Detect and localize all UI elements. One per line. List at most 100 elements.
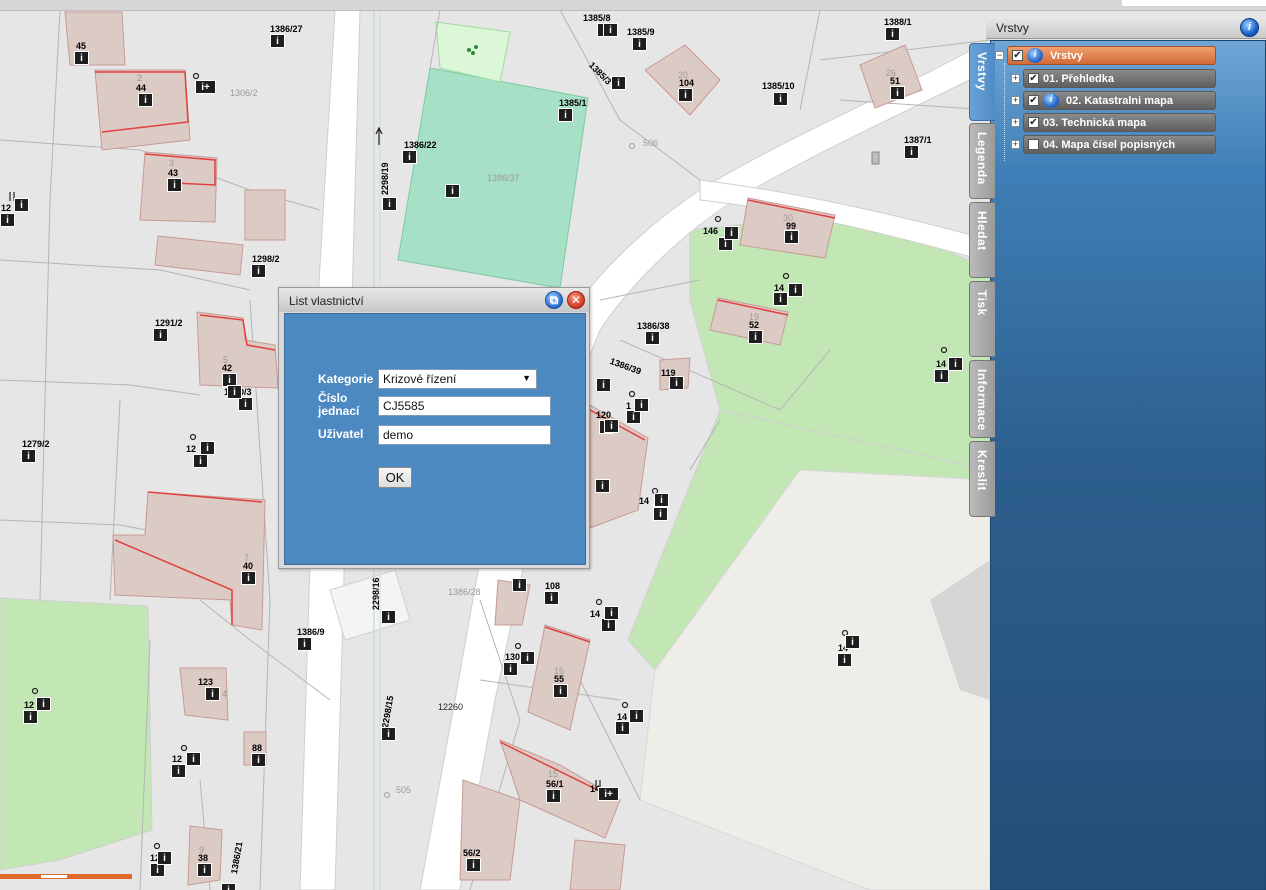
expand-icon[interactable]: +: [1011, 74, 1020, 83]
info-marker-icon[interactable]: i: [445, 184, 460, 198]
info-marker-icon[interactable]: i: [221, 883, 236, 890]
info-marker-icon[interactable]: i: [885, 27, 900, 41]
info-marker-icon[interactable]: i: [512, 578, 527, 592]
info-marker-icon[interactable]: i: [503, 662, 518, 676]
info-marker-icon[interactable]: i: [748, 330, 763, 344]
info-marker-icon[interactable]: i: [402, 150, 417, 164]
info-marker-icon[interactable]: i: [669, 376, 684, 390]
tab-legenda[interactable]: Legenda: [969, 123, 995, 199]
info-marker-icon[interactable]: i: [611, 76, 626, 90]
info-marker-icon[interactable]: i: [601, 618, 616, 632]
info-marker-icon[interactable]: i: [615, 721, 630, 735]
info-marker-icon[interactable]: i: [251, 753, 266, 767]
info-plus-marker-icon[interactable]: i+: [195, 80, 216, 94]
info-marker-icon[interactable]: i: [200, 441, 215, 455]
layer-katastralni-checkbox[interactable]: ✔: [1028, 95, 1039, 106]
info-icon[interactable]: i: [1043, 93, 1059, 108]
close-icon[interactable]: ✕: [567, 291, 585, 309]
info-marker-icon[interactable]: i: [238, 397, 253, 411]
info-marker-icon[interactable]: i: [171, 764, 186, 778]
expand-icon[interactable]: +: [1011, 96, 1020, 105]
expand-icon[interactable]: +: [1011, 118, 1020, 127]
info-marker-icon[interactable]: i: [381, 610, 396, 624]
info-marker-icon[interactable]: i: [466, 858, 481, 872]
info-marker-icon[interactable]: i: [74, 51, 89, 65]
info-marker-icon[interactable]: i: [520, 651, 535, 665]
collapse-icon[interactable]: −: [995, 51, 1004, 60]
info-marker-icon[interactable]: i: [553, 684, 568, 698]
tab-kreslit[interactable]: Kreslit: [969, 441, 995, 517]
info-marker-icon[interactable]: i: [558, 108, 573, 122]
info-marker-icon[interactable]: i: [23, 710, 38, 724]
info-marker-icon[interactable]: i: [890, 86, 905, 100]
dialog-header[interactable]: List vlastnictví ⧉ ✕: [279, 288, 589, 312]
info-marker-icon[interactable]: i: [157, 851, 172, 865]
restore-icon[interactable]: ⧉: [545, 291, 563, 309]
info-marker-icon[interactable]: i: [270, 34, 285, 48]
layer-prehledka-checkbox[interactable]: ✔: [1028, 73, 1039, 84]
info-marker-icon[interactable]: i: [241, 571, 256, 585]
info-marker-icon[interactable]: i: [645, 331, 660, 345]
ok-button[interactable]: OK: [378, 467, 412, 488]
info-marker-icon[interactable]: i: [678, 88, 693, 102]
info-marker-icon[interactable]: i: [150, 863, 165, 877]
info-marker-icon[interactable]: i: [21, 449, 36, 463]
info-marker-icon[interactable]: i: [138, 93, 153, 107]
tab-vrstvy[interactable]: Vrstvy: [969, 43, 995, 121]
tab-tisk[interactable]: Tisk: [969, 281, 995, 357]
layer-technicka-checkbox[interactable]: ✔: [1028, 117, 1039, 128]
ref-number-input[interactable]: CJ5585: [378, 396, 551, 416]
info-marker-icon[interactable]: i: [381, 727, 396, 741]
info-marker-icon[interactable]: i: [14, 198, 29, 212]
info-marker-icon[interactable]: i: [604, 606, 619, 620]
info-marker-icon[interactable]: i: [629, 709, 644, 723]
layer-cisla-popisna-checkbox[interactable]: [1028, 139, 1039, 150]
expand-icon[interactable]: +: [1011, 140, 1020, 149]
info-marker-icon[interactable]: i: [595, 479, 610, 493]
info-marker-icon[interactable]: i: [297, 637, 312, 651]
info-marker-icon[interactable]: i: [227, 385, 242, 399]
info-marker-icon[interactable]: i: [193, 454, 208, 468]
info-marker-icon[interactable]: i: [837, 653, 852, 667]
tab-hledat[interactable]: Hledat: [969, 202, 995, 278]
info-marker-icon[interactable]: i: [845, 635, 860, 649]
info-marker-icon[interactable]: i: [934, 369, 949, 383]
info-marker-icon[interactable]: i: [167, 178, 182, 192]
info-icon[interactable]: i: [1027, 48, 1043, 63]
info-icon[interactable]: i: [1240, 18, 1259, 37]
layer-technicka[interactable]: ✔ 03. Technická mapa: [1023, 113, 1216, 132]
layer-root[interactable]: ✔ i Vrstvy: [1007, 46, 1216, 65]
layer-katastralni[interactable]: ✔ i 02. Katastralni mapa: [1023, 91, 1216, 110]
info-marker-icon[interactable]: i: [197, 863, 212, 877]
info-marker-icon[interactable]: i: [546, 789, 561, 803]
info-marker-icon[interactable]: i: [36, 697, 51, 711]
user-input[interactable]: demo: [378, 425, 551, 445]
info-marker-icon[interactable]: i: [653, 507, 668, 521]
info-marker-icon[interactable]: i: [382, 197, 397, 211]
info-plus-marker-icon[interactable]: i+: [598, 787, 619, 801]
info-marker-icon[interactable]: i: [632, 37, 647, 51]
info-marker-icon[interactable]: i: [626, 410, 641, 424]
info-marker-icon[interactable]: i: [634, 398, 649, 412]
info-marker-icon[interactable]: i: [544, 591, 559, 605]
layer-root-checkbox[interactable]: ✔: [1012, 50, 1023, 61]
info-marker-icon[interactable]: i: [784, 230, 799, 244]
info-marker-icon[interactable]: i: [186, 752, 201, 766]
category-select[interactable]: Krizové řízení ▼: [378, 369, 537, 389]
layer-prehledka[interactable]: ✔ 01. Přehledka: [1023, 69, 1216, 88]
tab-informace[interactable]: Informace: [969, 360, 995, 438]
layer-cisla-popisna[interactable]: 04. Mapa čísel popisných: [1023, 135, 1216, 154]
info-marker-icon[interactable]: i: [0, 213, 15, 227]
info-marker-icon[interactable]: i: [948, 357, 963, 371]
info-marker-icon[interactable]: i: [153, 328, 168, 342]
info-marker-icon[interactable]: i: [603, 23, 618, 37]
info-marker-icon[interactable]: i: [596, 378, 611, 392]
info-marker-icon[interactable]: i: [773, 292, 788, 306]
info-marker-icon[interactable]: i: [654, 493, 669, 507]
info-marker-icon[interactable]: i: [788, 283, 803, 297]
info-marker-icon[interactable]: i: [251, 264, 266, 278]
info-marker-icon[interactable]: i: [604, 419, 619, 433]
info-marker-icon[interactable]: i: [724, 226, 739, 240]
info-marker-icon[interactable]: i: [773, 92, 788, 106]
info-marker-icon[interactable]: i: [904, 145, 919, 159]
